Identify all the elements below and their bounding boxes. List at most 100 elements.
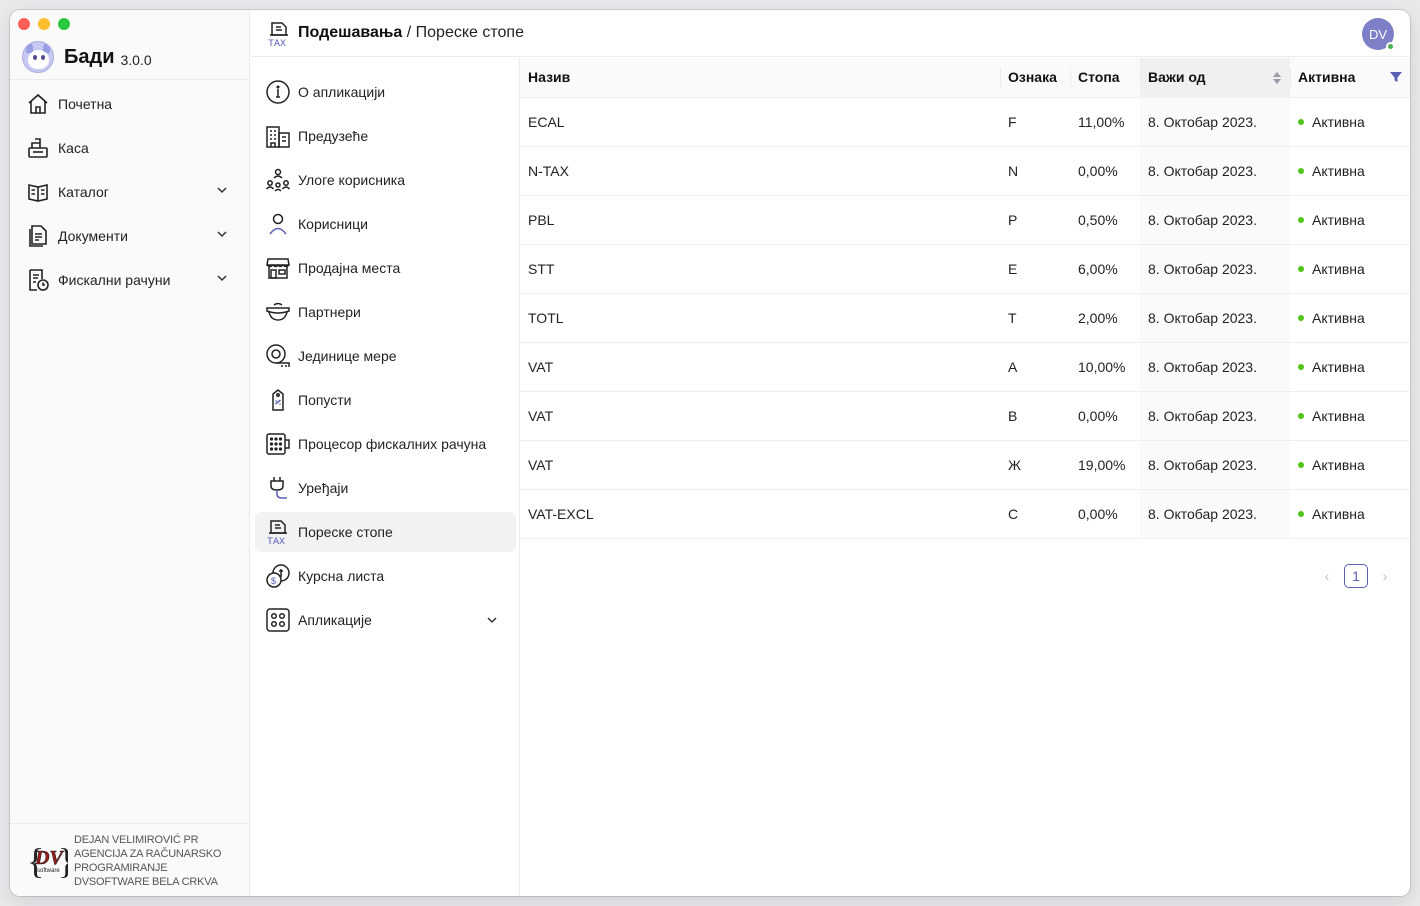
cell-valid-from: 8. Октобар 2023. (1140, 195, 1290, 245)
cell-valid-from-text: 8. Октобар 2023. (1148, 407, 1257, 424)
svg-text:TAX: TAX (268, 39, 286, 47)
cell-status-text: Активна (1312, 358, 1365, 375)
table-row[interactable]: VAT B 0,00% 8. Октобар 2023. Активна (520, 391, 1410, 441)
cell-code-text: F (1008, 113, 1017, 130)
cell-valid-from-text: 8. Октобар 2023. (1148, 113, 1257, 130)
tax-rates-table: Назив Ознака Стопа Важи од Активна ECAL F… (520, 58, 1410, 539)
filter-icon[interactable] (1390, 71, 1402, 83)
active-status-dot (1298, 412, 1304, 419)
settings-item-label: Јединице мере (298, 348, 397, 364)
company-line: PROGRAMIRANJE (74, 862, 168, 874)
column-header-name[interactable]: Назив (520, 58, 1000, 98)
settings-item-label: Предузеће (298, 128, 369, 144)
home-icon (26, 92, 50, 116)
cell-status: Активна (1290, 244, 1410, 294)
cell-code-text: E (1008, 260, 1018, 277)
cell-code: B (1000, 391, 1070, 441)
cell-code: E (1000, 244, 1070, 294)
cell-status-text: Активна (1312, 211, 1365, 228)
cell-valid-from: 8. Октобар 2023. (1140, 391, 1290, 441)
settings-item-fiscal-processor[interactable]: Процесор фискалних рачуна (255, 424, 516, 464)
maximize-window-button[interactable] (58, 18, 70, 30)
column-header-valid-from[interactable]: Важи од (1140, 58, 1290, 98)
active-status-dot (1298, 118, 1304, 125)
cell-name-text: VAT (528, 407, 554, 424)
table-row[interactable]: PBL P 0,50% 8. Октобар 2023. Активна (520, 195, 1410, 245)
user-icon (265, 211, 291, 237)
column-header-active[interactable]: Активна (1290, 58, 1410, 98)
app-name: Бади (64, 45, 115, 68)
settings-item-users[interactable]: Корисници (255, 204, 516, 244)
settings-item-company[interactable]: Предузеће (255, 116, 516, 156)
svg-text:DV: DV (34, 847, 64, 869)
chevron-down-icon[interactable] (216, 272, 228, 284)
sort-icon[interactable] (1272, 71, 1282, 85)
table-row[interactable]: ECAL F 11,00% 8. Октобар 2023. Активна (520, 97, 1410, 147)
settings-item-stores[interactable]: Продајна места (255, 248, 516, 288)
sidebar-item-label: Каса (58, 140, 89, 156)
chevron-down-icon[interactable] (216, 228, 228, 240)
breadcrumb-parent[interactable]: Подешавања (298, 24, 402, 41)
cell-rate-text: 0,00% (1078, 407, 1118, 424)
settings-item-user-roles[interactable]: Улоге корисника (255, 160, 516, 200)
sidebar-item-catalog[interactable]: Каталог (10, 170, 250, 214)
settings-item-label: Пореске стопе (298, 524, 393, 540)
settings-item-exchange-rates[interactable]: $ Курсна листа (255, 556, 516, 596)
catalog-icon (26, 180, 50, 204)
cell-code: T (1000, 293, 1070, 343)
settings-item-partners[interactable]: Партнери (255, 292, 516, 332)
cell-rate: 0,00% (1070, 391, 1140, 441)
pagination: ‹ 1 › (1320, 564, 1392, 588)
cell-name-text: PBL (528, 211, 555, 228)
cell-status: Активна (1290, 97, 1410, 147)
cell-valid-from: 8. Октобар 2023. (1140, 244, 1290, 294)
window-controls (18, 18, 70, 30)
partners-icon (265, 299, 291, 325)
cell-status: Активна (1290, 489, 1410, 539)
sidebar-item-cash-register[interactable]: Каса (10, 126, 250, 170)
company-line: DEJAN VELIMIROVIĆ PR (74, 834, 199, 846)
column-header-code[interactable]: Ознака (1000, 58, 1070, 98)
settings-item-about[interactable]: О апликацији (255, 72, 516, 112)
active-status-dot (1298, 314, 1304, 321)
cell-name: VAT (520, 342, 1000, 392)
tax-icon: TAX (268, 22, 288, 47)
table-row[interactable]: STT E 6,00% 8. Октобар 2023. Активна (520, 244, 1410, 294)
table-row[interactable]: VAT-EXCL C 0,00% 8. Октобар 2023. Активна (520, 489, 1410, 539)
user-avatar[interactable]: DV (1362, 18, 1395, 51)
cell-status-text: Активна (1312, 162, 1365, 179)
chevron-down-icon[interactable] (216, 184, 228, 196)
discount-tag-icon (265, 387, 291, 413)
next-page-button[interactable]: › (1378, 568, 1392, 584)
prev-page-button[interactable]: ‹ (1320, 568, 1334, 584)
cell-rate-text: 10,00% (1078, 358, 1126, 375)
cell-name: VAT (520, 440, 1000, 490)
sidebar-item-documents[interactable]: Документи (10, 214, 250, 258)
table-row[interactable]: N-TAX N 0,00% 8. Октобар 2023. Активна (520, 146, 1410, 196)
minimize-window-button[interactable] (38, 18, 50, 30)
table-row[interactable]: VAT A 10,00% 8. Октобар 2023. Активна (520, 342, 1410, 392)
app-window: Бади 3.0.0 Почетна Каса Каталог Документ… (10, 10, 1410, 896)
chevron-down-icon[interactable] (486, 614, 498, 626)
info-icon (265, 79, 291, 105)
settings-item-devices[interactable]: Уређаји (255, 468, 516, 508)
company-line: AGENCIJA ZA RAČUNARSKO (74, 848, 222, 860)
sidebar-item-label: Документи (58, 228, 128, 244)
settings-item-applications[interactable]: Апликације (255, 600, 516, 640)
column-header-rate[interactable]: Стопа (1070, 58, 1140, 98)
close-window-button[interactable] (18, 18, 30, 30)
settings-item-measure-units[interactable]: Јединице мере (255, 336, 516, 376)
table-row[interactable]: VAT Ж 19,00% 8. Октобар 2023. Активна (520, 440, 1410, 490)
cell-valid-from: 8. Октобар 2023. (1140, 489, 1290, 539)
table-row[interactable]: TOTL T 2,00% 8. Октобар 2023. Активна (520, 293, 1410, 343)
cell-name-text: VAT-EXCL (528, 505, 594, 522)
settings-item-discounts[interactable]: Попусти (255, 380, 516, 420)
cell-valid-from-text: 8. Октобар 2023. (1148, 358, 1257, 375)
sidebar-item-fiscal-receipts[interactable]: Фискални рачуни (10, 258, 250, 302)
sidebar-item-home[interactable]: Почетна (10, 82, 250, 126)
svg-text:TAX: TAX (267, 537, 285, 545)
page-button-current[interactable]: 1 (1344, 564, 1368, 588)
settings-item-tax-rates[interactable]: TAX Пореске стопе (255, 512, 516, 552)
active-status-dot (1298, 363, 1304, 370)
sidebar-divider (10, 79, 250, 80)
